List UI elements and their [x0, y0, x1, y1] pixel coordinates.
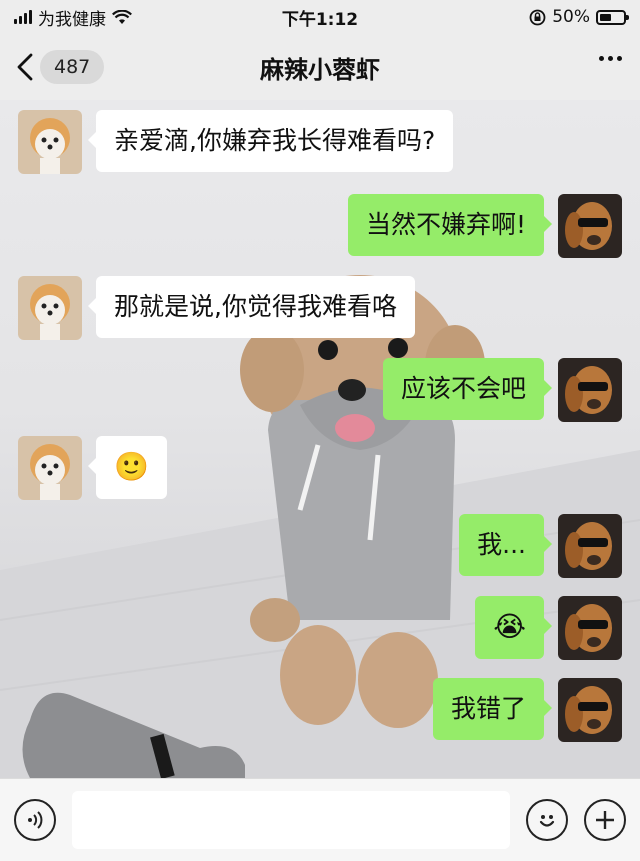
- sent-message: 😭: [475, 596, 622, 660]
- message-text: 应该不会吧: [400, 374, 526, 403]
- unread-count-badge: 487: [40, 50, 105, 84]
- message-bubble[interactable]: 应该不会吧: [382, 358, 553, 420]
- status-left: 为我健康: [14, 5, 132, 30]
- chat-area[interactable]: 亲爱滴,你嫌弃我长得难看吗? 当然不嫌弃啊! 那就是说,你觉得我难看咯应该不会吧 🙂 我…: [0, 100, 640, 778]
- sent-message: 应该不会吧: [382, 358, 622, 422]
- back-button[interactable]: 487: [16, 50, 105, 84]
- my-avatar[interactable]: [558, 596, 622, 660]
- my-avatar[interactable]: [558, 678, 622, 742]
- emoji-message-bubble[interactable]: 😭: [475, 596, 552, 659]
- input-bar: [0, 778, 640, 861]
- emoji-button[interactable]: [526, 799, 568, 841]
- message-text: 我...: [477, 530, 526, 559]
- emoji-face-icon: [539, 815, 555, 827]
- message-bubble[interactable]: 那就是说,你觉得我难看咯: [88, 276, 415, 338]
- sent-message: 我错了: [432, 678, 622, 742]
- signal-icon: [14, 10, 32, 24]
- my-avatar[interactable]: [558, 358, 622, 422]
- message-bubble[interactable]: 我...: [459, 514, 552, 576]
- carrier-label: 为我健康: [38, 9, 106, 30]
- battery-percent: 50%: [552, 7, 590, 27]
- received-message: 亲爱滴,你嫌弃我长得难看吗?: [18, 110, 454, 174]
- rotation-lock-icon: [529, 9, 546, 25]
- more-button[interactable]: [599, 56, 622, 61]
- message-text: 亲爱滴,你嫌弃我长得难看吗?: [114, 126, 436, 155]
- sent-message: 我...: [459, 514, 622, 578]
- contact-avatar[interactable]: [18, 436, 82, 500]
- emoji-message-bubble[interactable]: 🙂: [88, 436, 167, 499]
- input-actions: [526, 799, 626, 841]
- message-input[interactable]: [72, 791, 510, 849]
- message-text: 那就是说,你觉得我难看咯: [114, 292, 397, 321]
- plus-icon: [596, 811, 614, 829]
- sent-message: 当然不嫌弃啊!: [347, 194, 622, 258]
- plus-button[interactable]: [584, 799, 626, 841]
- crying-emoji: 😭: [493, 610, 526, 643]
- smile-emoji: 🙂: [114, 450, 149, 483]
- voice-button[interactable]: [14, 799, 56, 841]
- my-avatar[interactable]: [558, 514, 622, 578]
- nav-bar: 487 麻辣小蓉虾: [0, 34, 640, 100]
- chevron-left-icon: [17, 53, 33, 81]
- contact-avatar[interactable]: [18, 276, 82, 340]
- message-bubble[interactable]: 我错了: [432, 678, 553, 740]
- message-bubble[interactable]: 亲爱滴,你嫌弃我长得难看吗?: [87, 110, 454, 172]
- battery-icon: [596, 9, 629, 25]
- voice-icon: [28, 811, 43, 829]
- message-text: 我错了: [450, 694, 526, 723]
- status-right: 50%: [529, 7, 629, 27]
- message-text: 当然不嫌弃啊!: [365, 210, 526, 239]
- received-message: 🙂: [18, 436, 167, 500]
- received-message: 那就是说,你觉得我难看咯: [18, 276, 415, 340]
- my-avatar[interactable]: [558, 194, 622, 258]
- status-bar: 为我健康 下午1:12 50%: [0, 0, 640, 34]
- contact-avatar[interactable]: [18, 110, 82, 174]
- wifi-icon: [112, 9, 132, 24]
- ellipsis-icon: [599, 56, 604, 61]
- message-bubble[interactable]: 当然不嫌弃啊!: [347, 194, 553, 256]
